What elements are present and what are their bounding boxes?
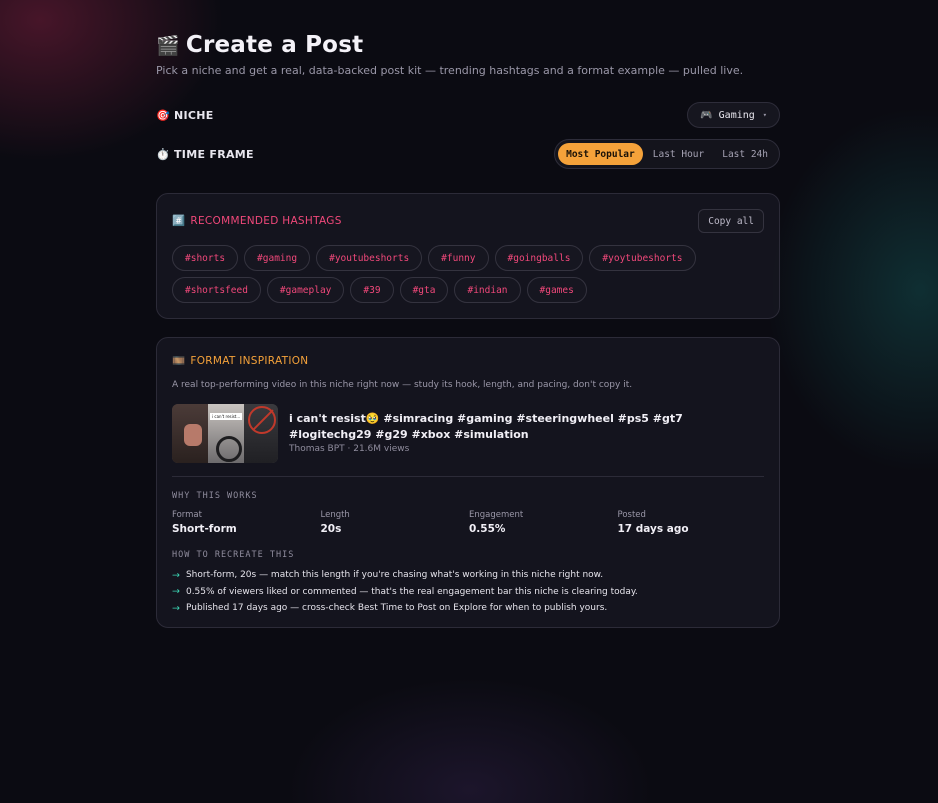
format-header: 🎞️ FORMAT INSPIRATION: [172, 354, 309, 368]
hashtag-chip[interactable]: #gameplay: [266, 277, 345, 303]
format-title: FORMAT INSPIRATION: [190, 354, 309, 367]
film-frames-icon: 🎞️: [172, 355, 186, 367]
clapperboard-icon: 🎬: [156, 34, 180, 57]
stat-key: Engagement: [469, 510, 524, 520]
hashtag-chip[interactable]: #39: [350, 277, 394, 303]
timeframe-label-text: TIME FRAME: [174, 147, 254, 161]
hashtags-title: RECOMMENDED HASHTAGS: [190, 214, 342, 227]
stat-value: 17 days ago: [617, 523, 689, 535]
how-heading: HOW TO RECREATE THIS: [172, 550, 295, 560]
copy-all-button[interactable]: Copy all: [698, 209, 764, 233]
stat-format: Format Short-form: [172, 510, 321, 535]
tip-item: → Short-form, 20s — match this length if…: [172, 567, 766, 584]
hashtag-chip[interactable]: #goingballs: [494, 245, 584, 271]
timeframe-option-last-24h[interactable]: Last 24h: [714, 143, 776, 165]
chevron-down-icon: ▾: [762, 111, 767, 119]
video-title[interactable]: i can't resist🥹 #simracing #gaming #stee…: [289, 411, 759, 442]
format-description: A real top-performing video in this nich…: [172, 380, 633, 390]
timeframe-option-most-popular[interactable]: Most Popular: [558, 143, 643, 165]
timeframe-row: ⏱️ TIME FRAME Most Popular Last Hour Las…: [156, 139, 780, 169]
stat-value: 0.55%: [469, 523, 506, 535]
hashtags-card: #️⃣ RECOMMENDED HASHTAGS Copy all #short…: [156, 193, 780, 319]
timeframe-label: ⏱️ TIME FRAME: [156, 148, 254, 161]
hashtag-chip[interactable]: #yoytubeshorts: [589, 245, 696, 271]
hashtags-header: #️⃣ RECOMMENDED HASHTAGS: [172, 214, 342, 228]
tip-text: 0.55% of viewers liked or commented — th…: [185, 586, 638, 597]
tip-item: → 0.55% of viewers liked or commented — …: [172, 584, 766, 601]
hashtag-chip[interactable]: #gta: [399, 277, 449, 303]
steering-wheel-icon: [216, 436, 242, 462]
stat-posted: Posted 17 days ago: [618, 510, 767, 535]
divider: [172, 476, 764, 477]
hash-icon: #️⃣: [172, 215, 186, 227]
target-icon: 🎯: [156, 108, 170, 122]
hashtag-chip[interactable]: #gaming: [244, 245, 311, 271]
page-title-text: Create a Post: [185, 32, 364, 58]
stat-key: Format: [172, 510, 202, 520]
hashtag-chip[interactable]: #shortsfeed: [172, 277, 261, 303]
stats-row: Format Short-form Length 20s Engagement …: [172, 510, 766, 535]
thumbnail-hand-shape: [184, 424, 202, 446]
page-title: 🎬 Create a Post: [156, 32, 363, 58]
timeframe-option-last-hour[interactable]: Last Hour: [645, 143, 712, 165]
thumbnail-caption: i can't resist...: [210, 413, 243, 420]
timeframe-segmented-control: Most Popular Last Hour Last 24h: [554, 139, 780, 169]
stat-value: Short-form: [172, 523, 237, 535]
format-card: 🎞️ FORMAT INSPIRATION A real top-perform…: [156, 337, 780, 628]
page-subtitle: Pick a niche and get a real, data-backed…: [156, 64, 744, 77]
arrow-right-icon: →: [172, 602, 180, 614]
hashtag-chip[interactable]: #shorts: [172, 245, 239, 271]
stat-key: Length: [320, 510, 350, 520]
prohibited-icon: [248, 406, 276, 434]
stat-value: 20s: [320, 523, 342, 535]
hashtag-chip[interactable]: #youtubeshorts: [316, 245, 423, 271]
stat-length: Length 20s: [321, 510, 470, 535]
niche-select-value: Gaming: [718, 109, 755, 121]
stat-key: Posted: [617, 510, 646, 520]
hashtag-chip-list: #shorts #gaming #youtubeshorts #funny #g…: [172, 245, 732, 303]
gamepad-icon: 🎮: [700, 109, 713, 121]
arrow-right-icon: →: [172, 569, 180, 581]
tip-item: → Published 17 days ago — cross-check Be…: [172, 600, 766, 617]
tip-text: Short-form, 20s — match this length if y…: [185, 570, 604, 581]
stopwatch-icon: ⏱️: [156, 147, 170, 161]
hashtag-chip[interactable]: #funny: [428, 245, 489, 271]
niche-select[interactable]: 🎮 Gaming ▾: [687, 102, 780, 128]
tips-list: → Short-form, 20s — match this length if…: [172, 567, 766, 617]
niche-label: 🎯 NICHE: [156, 109, 214, 122]
arrow-right-icon: →: [172, 586, 180, 598]
video-thumbnail[interactable]: i can't resist...: [172, 404, 278, 463]
hashtag-chip[interactable]: #indian: [454, 277, 521, 303]
hashtag-chip[interactable]: #games: [526, 277, 587, 303]
niche-label-text: NICHE: [174, 108, 214, 122]
video-meta: Thomas BPT · 21.6M views: [289, 444, 410, 454]
stat-engagement: Engagement 0.55%: [469, 510, 618, 535]
tip-text: Published 17 days ago — cross-check Best…: [185, 603, 608, 614]
why-heading: WHY THIS WORKS: [172, 491, 258, 501]
niche-row: 🎯 NICHE 🎮 Gaming ▾: [156, 102, 780, 128]
